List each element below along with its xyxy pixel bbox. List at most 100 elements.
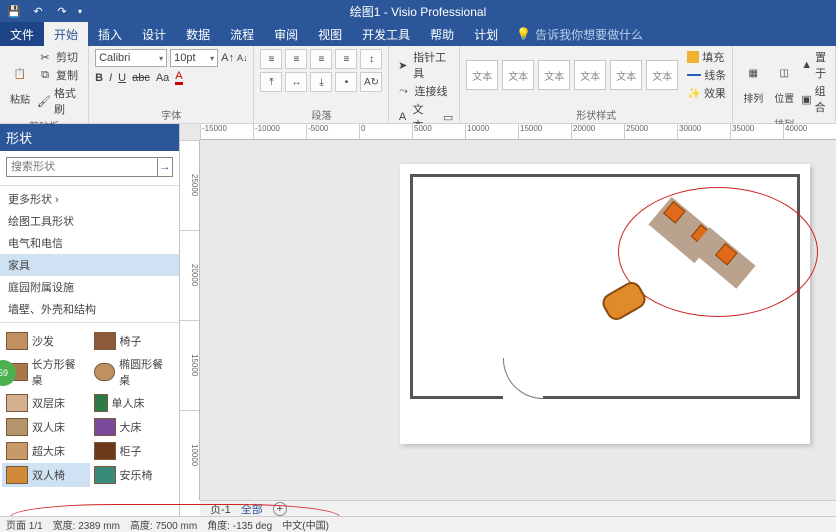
fill-icon — [687, 51, 699, 63]
bullets-icon[interactable]: • — [335, 72, 357, 92]
shapes-panel: 59 形状 → 更多形状 › 绘图工具形状 电气和电信 家具 庭园附属设施 墙壁… — [0, 124, 180, 516]
cat-more-shapes[interactable]: 更多形状 › — [0, 188, 179, 210]
font-name-dropdown[interactable]: Calibri▾ — [95, 49, 167, 67]
case-button[interactable]: Aa — [156, 72, 169, 84]
tab-data[interactable]: 数据 — [176, 22, 220, 46]
group-clipboard: 📋 粘贴 ✂剪切 ⧉复制 🖌格式刷 剪贴板 — [0, 46, 89, 123]
scissors-icon: ✂ — [37, 49, 53, 65]
rotate-text-icon[interactable]: A↻ — [360, 72, 382, 92]
align-button[interactable]: ▦排列 — [739, 60, 767, 105]
strike-button[interactable]: abc — [132, 72, 150, 84]
justify-icon[interactable]: ≡ — [335, 49, 357, 69]
shrink-font-icon[interactable]: A↓ — [237, 53, 248, 63]
copy-button[interactable]: ⧉复制 — [37, 67, 82, 83]
align-middle-icon[interactable]: ↔ — [285, 72, 307, 92]
redo-icon[interactable]: ↷ — [54, 3, 70, 19]
shape-oval-table[interactable]: 椭圆形餐桌 — [90, 353, 178, 391]
effects-button[interactable]: ✨效果 — [687, 85, 726, 101]
tab-process[interactable]: 流程 — [220, 22, 264, 46]
group-font-label: 字体 — [161, 106, 181, 122]
tab-plan[interactable]: 计划 — [464, 22, 508, 46]
style-preset-5[interactable]: 文本 — [610, 60, 642, 90]
page-tab-all[interactable]: 全部 — [241, 501, 263, 517]
status-language[interactable]: 中文(中国) — [282, 517, 329, 532]
drawing-page[interactable] — [400, 164, 810, 444]
undo-icon[interactable]: ↶ — [30, 3, 46, 19]
align-top-icon[interactable]: ⤒ — [260, 72, 282, 92]
tab-devtools[interactable]: 开发工具 — [352, 22, 420, 46]
cabinet-icon — [94, 442, 116, 460]
tab-review[interactable]: 审阅 — [264, 22, 308, 46]
tab-file[interactable]: 文件 — [0, 22, 44, 46]
door-shape[interactable] — [503, 396, 543, 399]
tab-home[interactable]: 开始 — [44, 22, 88, 46]
spacing-icon[interactable]: ↕ — [360, 49, 382, 69]
paste-button[interactable]: 📋 粘贴 — [6, 61, 34, 106]
shape-armchair[interactable]: 安乐椅 — [90, 463, 178, 487]
style-preset-4[interactable]: 文本 — [574, 60, 606, 90]
shape-double-bed[interactable]: 双人床 — [2, 415, 90, 439]
new-page-button[interactable]: + — [273, 502, 287, 516]
group-arrange: ▦排列 ◫位置 ▲置于 ▣组合 排列 — [733, 46, 836, 123]
line-button[interactable]: 线条 — [687, 67, 726, 83]
align-left-icon[interactable]: ≡ — [260, 49, 282, 69]
tab-help[interactable]: 帮助 — [420, 22, 464, 46]
save-icon[interactable]: 💾 — [6, 3, 22, 19]
canvas-area[interactable]: -15000-10000-500005000100001500020000250… — [180, 124, 836, 500]
format-painter-button[interactable]: 🖌格式刷 — [37, 85, 82, 117]
align-center-icon[interactable]: ≡ — [285, 49, 307, 69]
align-right-icon[interactable]: ≡ — [310, 49, 332, 69]
tab-view[interactable]: 视图 — [308, 22, 352, 46]
page-tab-1[interactable]: 页-1 — [210, 501, 231, 517]
group-button[interactable]: ▣组合 — [801, 83, 829, 115]
loveseat-icon — [6, 466, 28, 484]
copy-icon: ⧉ — [37, 67, 53, 83]
pointer-tool-button[interactable]: ➤指针工具 — [395, 49, 453, 81]
font-color-button[interactable]: A — [175, 70, 182, 85]
bunk-bed-icon — [6, 394, 28, 412]
tab-insert[interactable]: 插入 — [88, 22, 132, 46]
shape-chair[interactable]: 椅子 — [90, 329, 178, 353]
cat-electrical[interactable]: 电气和电信 — [0, 232, 179, 254]
font-size-dropdown[interactable]: 10pt▾ — [170, 49, 218, 67]
connector-tool-button[interactable]: ⤳连接线 — [395, 83, 447, 99]
shape-king-bed[interactable]: 大床 — [90, 415, 178, 439]
qat-dropdown-icon[interactable]: ▾ — [78, 7, 82, 16]
style-preset-2[interactable]: 文本 — [502, 60, 534, 90]
shape-bunk-bed[interactable]: 双层床 — [2, 391, 90, 415]
shape-single-bed[interactable]: 单人床 — [90, 391, 178, 415]
cat-furniture[interactable]: 家具 — [0, 254, 179, 276]
cat-drawing-tools[interactable]: 绘图工具形状 — [0, 210, 179, 232]
bring-front-button[interactable]: ▲置于 — [801, 49, 829, 81]
group-tools: ➤指针工具 ⤳连接线 A文本▭ 工具 — [389, 46, 460, 123]
shape-cabinet[interactable]: 柜子 — [90, 439, 178, 463]
tell-me-search[interactable]: 💡 告诉我你想要做什么 — [516, 22, 643, 46]
cut-button[interactable]: ✂剪切 — [37, 49, 82, 65]
status-page[interactable]: 页面 1/1 — [6, 517, 43, 532]
shape-sofa[interactable]: 沙发 — [2, 329, 90, 353]
shape-xl-bed[interactable]: 超大床 — [2, 439, 90, 463]
front-icon: ▲ — [801, 59, 812, 71]
shapes-search-input[interactable] — [6, 157, 158, 177]
cat-walls[interactable]: 墙壁、外壳和结构 — [0, 298, 179, 320]
fill-button[interactable]: 填充 — [687, 49, 724, 65]
style-preset-3[interactable]: 文本 — [538, 60, 570, 90]
underline-button[interactable]: U — [118, 72, 126, 84]
grow-font-icon[interactable]: A↑ — [221, 52, 234, 64]
italic-button[interactable]: I — [109, 72, 112, 84]
style-preset-1[interactable]: 文本 — [466, 60, 498, 90]
style-preset-6[interactable]: 文本 — [646, 60, 678, 90]
status-bar: 页面 1/1 宽度: 2389 mm 高度: 7500 mm 角度: -135 … — [0, 516, 836, 532]
tab-design[interactable]: 设计 — [132, 22, 176, 46]
bold-button[interactable]: B — [95, 72, 103, 84]
position-button[interactable]: ◫位置 — [770, 60, 798, 105]
cat-garden[interactable]: 庭园附属设施 — [0, 276, 179, 298]
search-go-button[interactable]: → — [158, 157, 173, 177]
position-icon: ◫ — [770, 60, 798, 88]
room-outline[interactable] — [410, 174, 800, 399]
align-bottom-icon[interactable]: ⤓ — [310, 72, 332, 92]
tool-square-icon[interactable]: ▭ — [443, 111, 453, 124]
shape-loveseat[interactable]: 双人椅 — [2, 463, 90, 487]
brush-icon: 🖌 — [37, 93, 51, 109]
xl-bed-icon — [6, 442, 28, 460]
